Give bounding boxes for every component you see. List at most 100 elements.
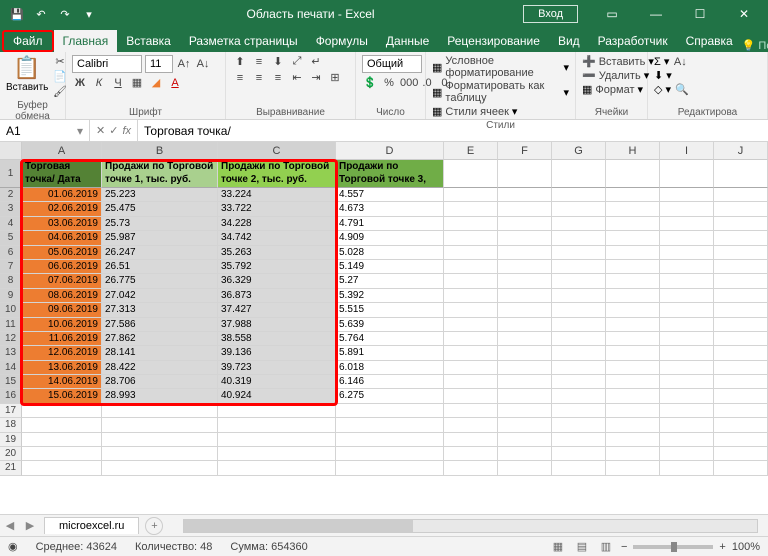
cell[interactable]	[102, 433, 218, 447]
autosum-button[interactable]: Σ▾A↓	[654, 55, 688, 68]
cell[interactable]: 5.392	[336, 289, 444, 303]
align-middle-icon[interactable]: ≡	[251, 56, 267, 68]
qat-dropdown-icon[interactable]: ▾	[80, 8, 98, 21]
cell[interactable]	[606, 404, 660, 418]
cell[interactable]: 33.722	[218, 202, 336, 216]
cell[interactable]	[660, 303, 714, 317]
cell[interactable]: 27.313	[102, 303, 218, 317]
row-header[interactable]: 14	[0, 361, 22, 375]
border-icon[interactable]: ▦	[129, 76, 145, 89]
cell[interactable]	[22, 418, 102, 432]
cell[interactable]	[22, 447, 102, 461]
row-header[interactable]: 2	[0, 188, 22, 202]
cell[interactable]	[606, 418, 660, 432]
cell[interactable]	[660, 231, 714, 245]
tab-formulas[interactable]: Формулы	[307, 30, 377, 52]
cell[interactable]	[552, 260, 606, 274]
cell[interactable]	[714, 389, 768, 403]
cell[interactable]: 26.247	[102, 246, 218, 260]
cell[interactable]	[606, 188, 660, 202]
bold-icon[interactable]: Ж	[72, 77, 88, 89]
zoom-level[interactable]: 100%	[732, 541, 760, 553]
name-box[interactable]: A1▾	[0, 120, 90, 141]
cell[interactable]	[552, 346, 606, 360]
cell[interactable]	[444, 260, 498, 274]
tab-page-layout[interactable]: Разметка страницы	[180, 30, 307, 52]
cell[interactable]: 5.149	[336, 260, 444, 274]
cell[interactable]	[498, 361, 552, 375]
row-header[interactable]: 17	[0, 404, 22, 418]
horizontal-scrollbar[interactable]	[183, 519, 758, 533]
cell[interactable]	[552, 461, 606, 475]
cell[interactable]	[660, 332, 714, 346]
cell[interactable]	[444, 461, 498, 475]
cell[interactable]	[444, 447, 498, 461]
cell[interactable]	[660, 375, 714, 389]
cell[interactable]	[660, 361, 714, 375]
cell[interactable]	[498, 433, 552, 447]
cell[interactable]	[218, 461, 336, 475]
row-header[interactable]: 1	[0, 160, 22, 188]
cell[interactable]	[552, 375, 606, 389]
cell[interactable]	[714, 231, 768, 245]
cell[interactable]	[498, 375, 552, 389]
cell[interactable]	[498, 461, 552, 475]
ribbon-display-icon[interactable]: ▭	[592, 7, 632, 21]
cell[interactable]	[660, 274, 714, 288]
cell[interactable]: Продажи по Торговой точке 3, тыс. руб.	[336, 160, 444, 188]
cell[interactable]	[102, 404, 218, 418]
redo-icon[interactable]: ↷	[56, 8, 74, 21]
cell[interactable]	[714, 289, 768, 303]
cell[interactable]	[498, 418, 552, 432]
cell[interactable]: 6.275	[336, 389, 444, 403]
cell[interactable]	[444, 303, 498, 317]
cell[interactable]: 11.06.2019	[22, 332, 102, 346]
cell[interactable]: 28.993	[102, 389, 218, 403]
row-header[interactable]: 9	[0, 289, 22, 303]
align-bottom-icon[interactable]: ⬇	[270, 55, 286, 68]
cell[interactable]	[444, 433, 498, 447]
cell[interactable]	[714, 217, 768, 231]
cell[interactable]	[444, 160, 498, 188]
cell[interactable]	[102, 461, 218, 475]
cell[interactable]	[218, 404, 336, 418]
cell[interactable]	[714, 260, 768, 274]
cell[interactable]: 34.228	[218, 217, 336, 231]
select-all-button[interactable]	[0, 142, 22, 160]
cell[interactable]	[336, 433, 444, 447]
cell[interactable]	[444, 202, 498, 216]
cell[interactable]: 33.224	[218, 188, 336, 202]
cell[interactable]	[498, 217, 552, 231]
row-header[interactable]: 21	[0, 461, 22, 475]
cell[interactable]	[336, 447, 444, 461]
cell[interactable]: 26.775	[102, 274, 218, 288]
zoom-out-button[interactable]: −	[621, 541, 627, 553]
row-header[interactable]: 7	[0, 260, 22, 274]
cell[interactable]	[714, 188, 768, 202]
cell[interactable]	[552, 188, 606, 202]
cell[interactable]	[444, 389, 498, 403]
cell[interactable]: 27.586	[102, 318, 218, 332]
cell[interactable]	[498, 274, 552, 288]
cell[interactable]	[498, 303, 552, 317]
cell[interactable]	[444, 404, 498, 418]
save-icon[interactable]: 💾	[8, 8, 26, 21]
cell[interactable]	[714, 361, 768, 375]
cell[interactable]	[660, 202, 714, 216]
cell[interactable]: 6.146	[336, 375, 444, 389]
paste-button[interactable]: 📋 Вставить	[6, 55, 48, 93]
cell[interactable]: 03.06.2019	[22, 217, 102, 231]
cell[interactable]	[498, 404, 552, 418]
align-left-icon[interactable]: ≡	[232, 72, 248, 84]
font-size-combo[interactable]: 11	[145, 55, 173, 73]
page-break-view-icon[interactable]: ▥	[597, 540, 615, 553]
col-header[interactable]: B	[102, 142, 218, 160]
cell[interactable]	[660, 160, 714, 188]
row-header[interactable]: 4	[0, 217, 22, 231]
cell[interactable]: 37.427	[218, 303, 336, 317]
row-header[interactable]: 10	[0, 303, 22, 317]
cell[interactable]	[660, 447, 714, 461]
cell[interactable]: 6.018	[336, 361, 444, 375]
cell[interactable]	[660, 389, 714, 403]
cell[interactable]	[22, 461, 102, 475]
